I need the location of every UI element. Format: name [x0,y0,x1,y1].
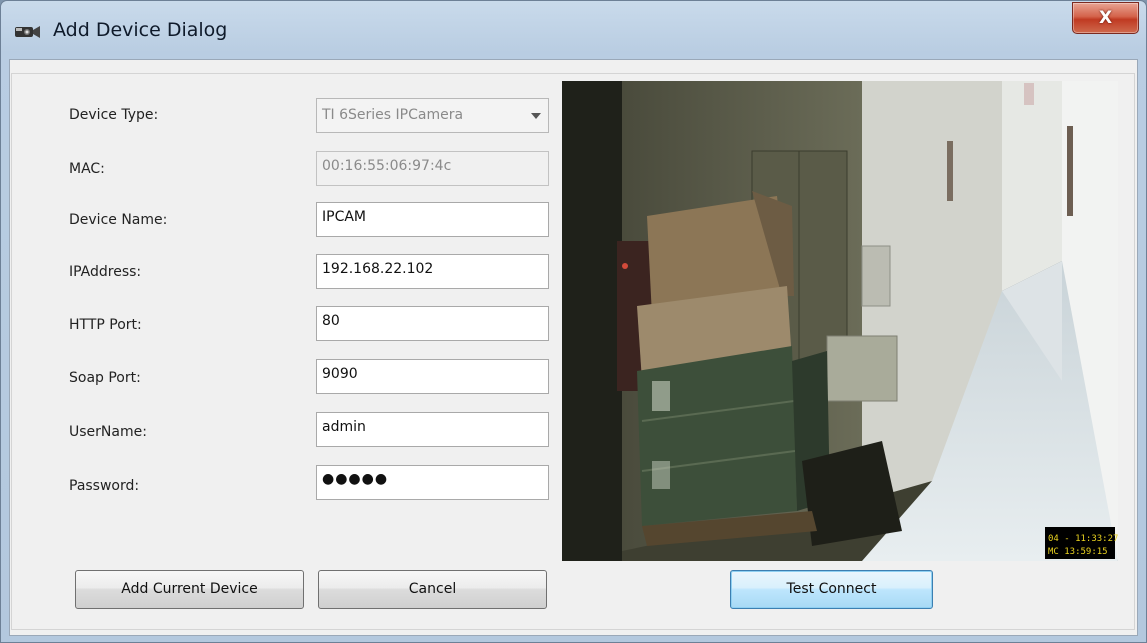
camera-icon [15,26,40,38]
window-title: Add Device Dialog [53,19,228,41]
device-type-select[interactable]: TI 6Series IPCamera [316,98,549,133]
timestamp-line-1: 04 - 11:33:27 [1048,534,1118,544]
device-type-value: TI 6Series IPCamera [322,107,464,123]
camera-preview: 04 - 11:33:27 MC 13:59:15 [562,81,1118,561]
mac-field: 00:16:55:06:97:4c [316,151,549,186]
device-type-label: Device Type: [69,107,159,123]
dialog-client-area: Device Type: MAC: Device Name: IPAddress… [9,59,1138,636]
mac-label: MAC: [69,161,105,177]
camera-preview-image: 04 - 11:33:27 MC 13:59:15 [562,81,1118,561]
ip-address-label: IPAddress: [69,264,142,280]
ip-address-field[interactable]: 192.168.22.102 [316,254,549,289]
close-button[interactable]: X [1072,2,1139,34]
device-name-field[interactable]: IPCAM [316,202,549,237]
username-label: UserName: [69,424,147,440]
device-name-label: Device Name: [69,212,168,228]
test-connect-button[interactable]: Test Connect [730,570,933,609]
title-bar[interactable]: Add Device Dialog X [1,1,1146,59]
cancel-button[interactable]: Cancel [318,570,547,609]
password-field[interactable]: ●●●●● [316,465,549,500]
soap-port-field[interactable]: 9090 [316,359,549,394]
timestamp-line-2: MC 13:59:15 [1048,547,1108,557]
http-port-field[interactable]: 80 [316,306,549,341]
password-label: Password: [69,478,140,494]
close-icon: X [1098,8,1113,28]
add-device-dialog-window: Add Device Dialog X Device Type: MAC: De… [0,0,1147,643]
chevron-down-icon [531,113,541,119]
http-port-label: HTTP Port: [69,317,142,333]
username-field[interactable]: admin [316,412,549,447]
soap-port-label: Soap Port: [69,370,141,386]
add-current-device-button[interactable]: Add Current Device [75,570,304,609]
